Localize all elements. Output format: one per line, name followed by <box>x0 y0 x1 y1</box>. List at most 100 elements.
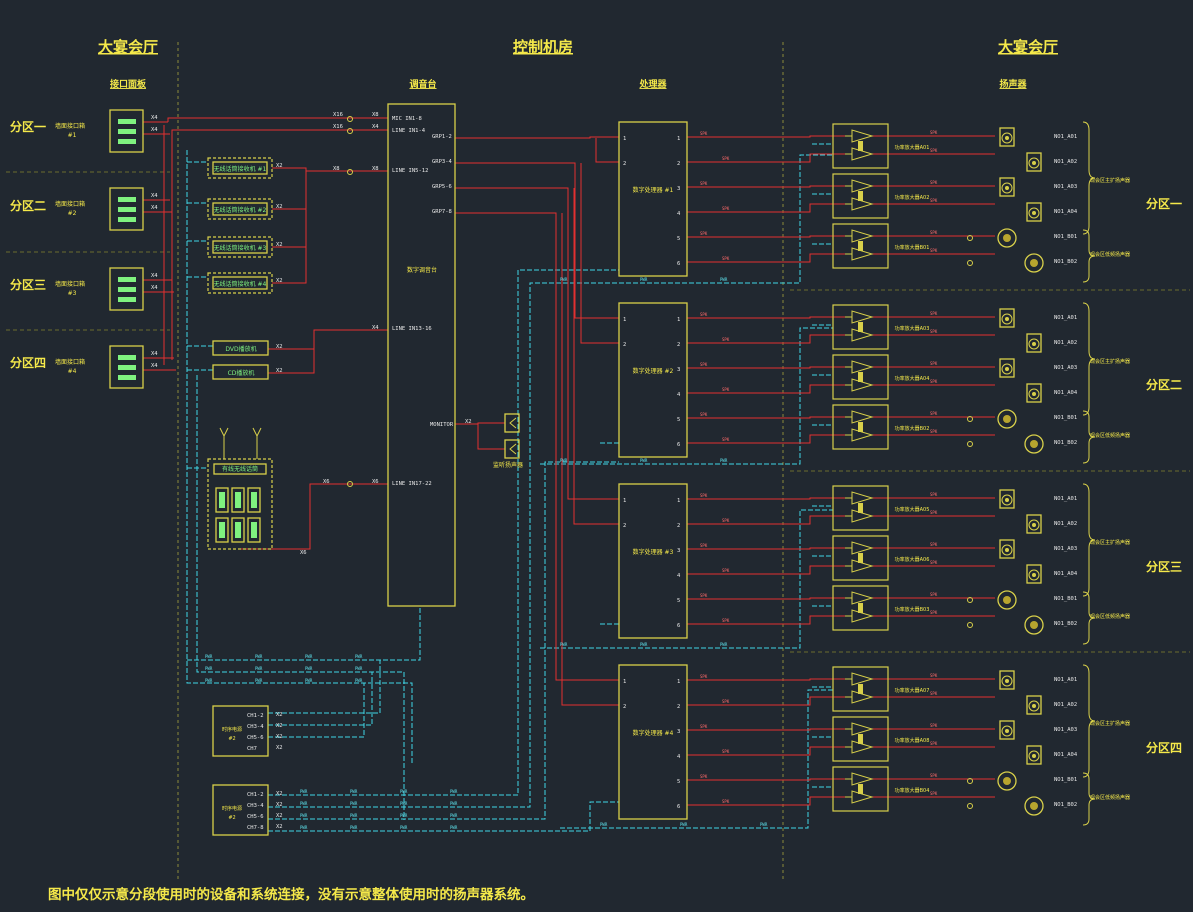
iface-count: X4 <box>151 193 158 199</box>
cyan-tag: PWR <box>400 813 408 818</box>
interface-slot <box>118 197 136 202</box>
count-x2: X2 <box>276 791 283 797</box>
speaker-label: NO1_B01 <box>1054 415 1077 421</box>
amp-label: 功率放大器B03 <box>895 606 930 613</box>
player-label-1: DVD播放机 <box>225 345 256 353</box>
monitor-speaker-2 <box>504 439 520 459</box>
group-label-main: 现会区主扩扬声器 <box>1090 358 1130 365</box>
amp-triangle <box>851 310 874 324</box>
mic-receiver-label-1: 无线话筒接收机 #1 <box>214 165 267 173</box>
cable-tag: SPK <box>722 337 730 342</box>
recorder-ch-3: CH5-6 <box>247 735 264 741</box>
cable-tag: SPK <box>930 180 938 185</box>
sub-interface-panel: 接口面板 <box>110 78 147 90</box>
speaker-label: NO1_A04 <box>1054 209 1078 215</box>
sub-speaker: 扬声器 <box>999 78 1027 90</box>
zone-right-3: 分区三 <box>1146 559 1182 574</box>
count-x2: X2 <box>276 734 283 740</box>
recorder-ch-1: CH1-2 <box>247 713 264 719</box>
zone-left-4: 分区四 <box>10 355 46 370</box>
proc-amp-wire <box>687 728 845 731</box>
count-x6: X6 <box>323 479 330 485</box>
zone-right-2: 分区二 <box>1146 377 1182 392</box>
speaker-label: NO1_A03 <box>1054 184 1077 190</box>
mixer-input-5: LINE IN17-22 <box>392 481 432 487</box>
zone-left-3: 分区三 <box>10 277 46 292</box>
speaker-label: NO1_A03 <box>1054 727 1077 733</box>
cable-tag: SPK <box>930 411 938 416</box>
cyan-tag: PWR <box>205 654 213 659</box>
count-x2: X2 <box>276 712 283 718</box>
cable-tag: SPK <box>700 674 708 679</box>
mixer-title: 数字调音台 <box>407 266 437 274</box>
recorder-ch-2: CH3-4 <box>247 724 264 730</box>
cyan-rec1 <box>268 660 381 714</box>
cable-tag: SPK <box>930 230 938 235</box>
cable-tag: SPK <box>930 148 938 153</box>
recorder-num-2: #2 <box>228 815 235 821</box>
iface-count: X4 <box>151 115 158 121</box>
proc-out-5: 5 <box>677 598 680 604</box>
group-label-main: 现会区主扩扬声器 <box>1090 177 1130 184</box>
count-x2: X2 <box>276 368 283 374</box>
speaker-label: NO1_B01 <box>1054 596 1077 602</box>
speaker-label: NO1_B02 <box>1054 259 1077 265</box>
iface-count: X4 <box>151 273 158 279</box>
cyan-main <box>186 150 413 765</box>
group-label-sub: 现会区低频扬声器 <box>1090 251 1130 258</box>
proc-out-4: 4 <box>677 573 681 579</box>
cable-tag: SPK <box>930 560 938 565</box>
grp-wire-b-4 <box>561 213 619 706</box>
proc-out-6: 6 <box>677 261 680 267</box>
mic-receiver-label-3: 无线话筒接收机 #3 <box>214 244 267 252</box>
count-x2: X2 <box>465 419 472 425</box>
recorder-ch-3: CH5-6 <box>247 814 264 820</box>
proc-amp-wire <box>687 547 845 550</box>
proc-amp-wire <box>687 384 845 394</box>
cyan-amp1 <box>268 154 833 808</box>
mic-module-led <box>235 492 241 508</box>
cable-tag: SPK <box>722 387 730 392</box>
processor-2 <box>618 302 688 458</box>
mixer-output-2: GRP3-4 <box>432 159 453 165</box>
amp-label: 功率放大器A02 <box>895 194 930 201</box>
cyan-tag: PWR <box>760 822 768 827</box>
proc-out-3: 3 <box>677 729 680 735</box>
proc-out-5: 5 <box>677 417 680 423</box>
header-left-hall: 大宴会厅 <box>98 38 158 56</box>
cyan-tag: PWR <box>720 458 728 463</box>
cable-tag: SPK <box>722 749 730 754</box>
cyan-tag: PWR <box>305 666 313 671</box>
iface-count: X4 <box>151 205 158 211</box>
rx-wire <box>272 171 307 284</box>
speaker-center <box>1005 498 1009 502</box>
group-label-main: 现会区主扩扬声器 <box>1090 720 1130 727</box>
proc-out-6: 6 <box>677 804 680 810</box>
interface-num-2: #2 <box>68 210 77 217</box>
proc-out-4: 4 <box>677 211 681 217</box>
speaker-label: NO1_A01 <box>1054 134 1077 140</box>
interface-slot <box>118 139 136 144</box>
recorder-num-1: #2 <box>228 736 235 742</box>
cyan-tag: PWR <box>350 789 358 794</box>
amp-core <box>858 553 863 563</box>
grp-wire-1 <box>455 136 619 139</box>
proc-amp-wire <box>687 597 845 600</box>
interface-label-2: 墙面接口箱 <box>55 200 85 208</box>
cyan-tag: PWR <box>720 642 728 647</box>
interface-num-1: #1 <box>68 132 77 139</box>
count-x2: X2 <box>276 745 283 751</box>
proc-out-4: 4 <box>677 392 681 398</box>
mic-module-led <box>235 522 241 538</box>
antenna-1 <box>219 427 229 438</box>
proc-out-6: 6 <box>677 623 680 629</box>
sub-speaker-core <box>1030 621 1038 629</box>
bus-mic <box>167 117 388 122</box>
count-x2: X2 <box>276 813 283 819</box>
mixer-monitor: MONITOR <box>430 422 454 428</box>
proc-amp-wire <box>687 316 845 319</box>
count-x2: X2 <box>276 344 283 350</box>
mixer-output-3: GRP5-6 <box>432 184 452 190</box>
cyan-tag: PWR <box>350 813 358 818</box>
proc-amp-wire <box>687 416 845 419</box>
